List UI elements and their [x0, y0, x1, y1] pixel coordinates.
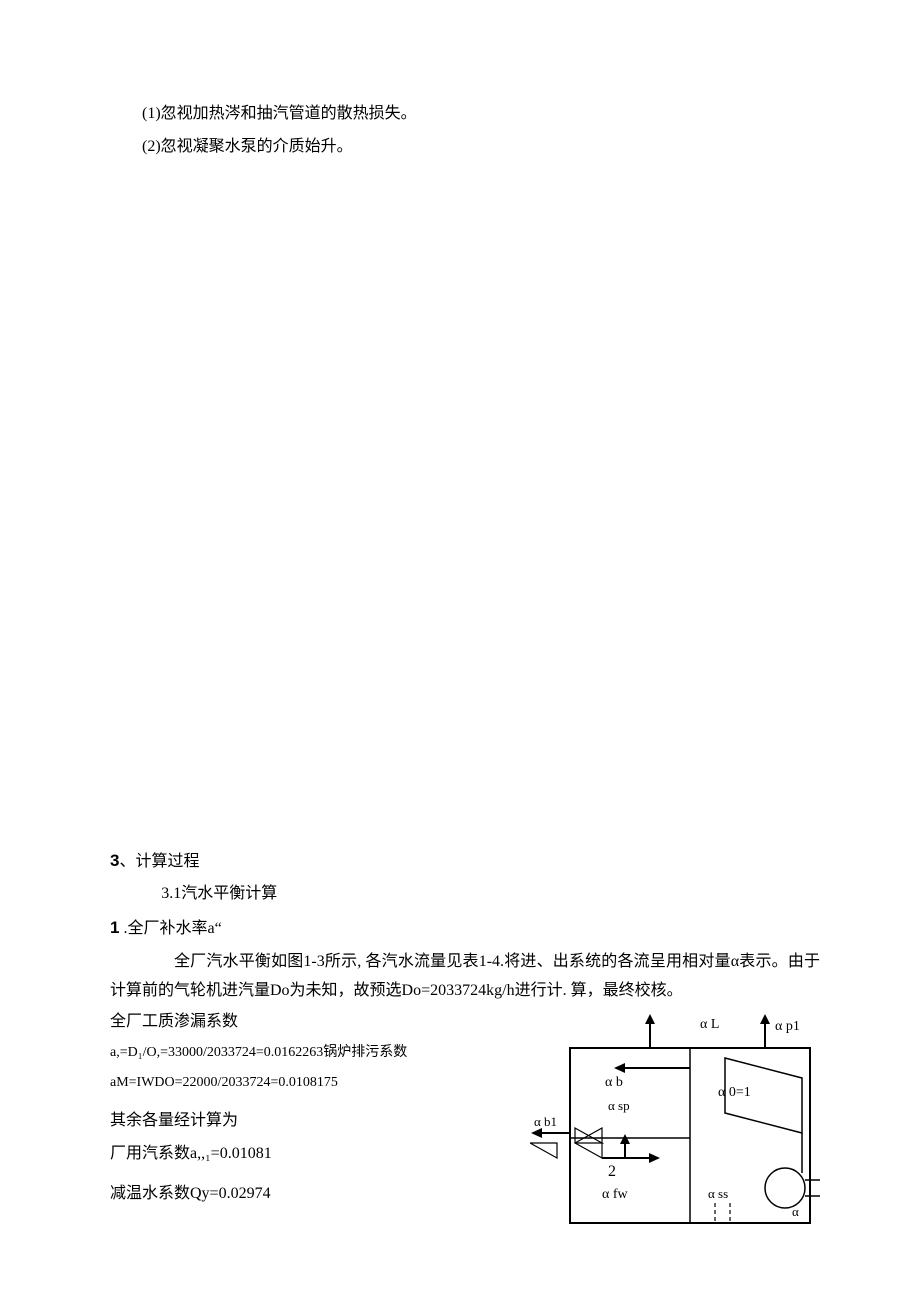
label-alpha-sp: α sp [608, 1098, 630, 1113]
label-alpha-p1: α p1 [775, 1019, 800, 1034]
cooling-water-coef: 减温水系数Qy=0.02974 [110, 1180, 510, 1209]
label-alpha-right: α [792, 1204, 799, 1219]
label-alpha-0-1: α 0=1 [718, 1085, 751, 1100]
section-1-title: 全厂补水率a“ [127, 920, 221, 937]
section-1-paragraph: 全厂汽水平衡如图1-3所示, 各汽水流量见表1-4.将进、出系统的各流呈用相对量… [110, 948, 820, 1006]
intro-line-2: (2)忽视凝聚水泵的介质始升。 [110, 133, 820, 162]
label-2: 2 [608, 1163, 616, 1180]
label-alpha-ss: α ss [708, 1186, 728, 1201]
intro-line-1: (1)忽视加热涔和抽汽管道的散热损失。 [110, 100, 820, 129]
blank-space [110, 166, 820, 846]
section-3-heading: 3、计算过程 [110, 846, 820, 877]
label-alpha-b: α b [605, 1075, 623, 1090]
formula-1: a,=D₁/O,=33000/2033724=0.0162263锅炉排污系数 [110, 1040, 510, 1065]
formula-2: aM=IWDO=22000/2033724=0.0108175 [110, 1070, 510, 1095]
label-alpha-L: α L [700, 1017, 719, 1032]
factory-steam-coef: 厂用汽系数a,,₁=0.01081 [110, 1140, 510, 1169]
section-3-1-heading: 3.1汽水平衡计算 [110, 880, 820, 909]
section-1-heading: 1 .全厂补水率a“ [110, 913, 820, 944]
steam-water-balance-diagram: α L α p1 α b1 [530, 1008, 820, 1238]
diagram-container: α L α p1 α b1 [530, 1008, 820, 1238]
left-column: 全厂工质渗漏系数 a,=D₁/O,=33000/2033724=0.016226… [110, 1008, 510, 1214]
section-3-sep: 、 [119, 853, 135, 870]
label-alpha-fw: α fw [602, 1187, 628, 1202]
rest-title: 其余各量经计算为 [110, 1107, 510, 1136]
label-alpha-b1: α b1 [534, 1114, 557, 1129]
leak-coef-title: 全厂工质渗漏系数 [110, 1008, 510, 1037]
section-3-title: 计算过程 [135, 853, 199, 870]
